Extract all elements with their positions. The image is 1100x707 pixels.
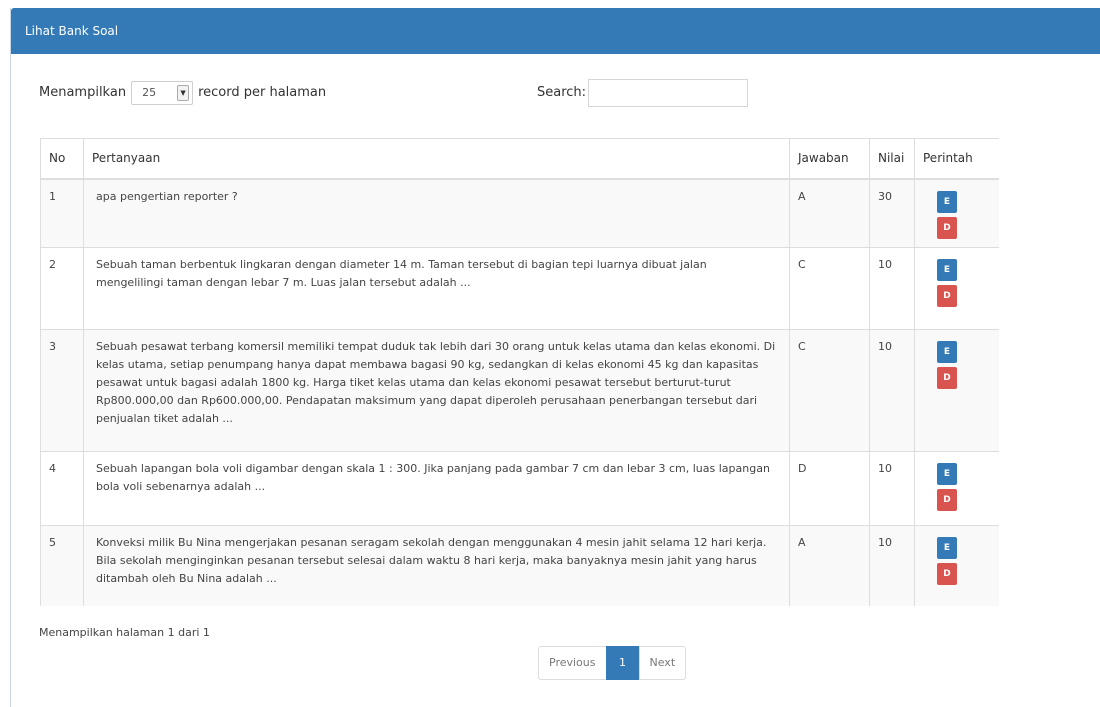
cell-answer: A — [789, 524, 870, 606]
search-control: Search: — [537, 78, 749, 108]
header-no[interactable]: No — [40, 138, 84, 180]
cell-value: 10 — [869, 246, 915, 330]
cell-answer: D — [789, 450, 870, 526]
chevron-down-icon: ▼ — [177, 85, 190, 101]
panel-title: Lihat Bank Soal — [11, 8, 1100, 54]
cell-actions: E D — [914, 450, 999, 526]
cell-actions: E D — [914, 328, 999, 452]
cell-no: 1 — [40, 178, 84, 248]
edit-button[interactable]: E — [937, 258, 957, 281]
length-label-after: record per halaman — [198, 85, 327, 100]
cell-question: Sebuah lapangan bola voli digambar denga… — [83, 450, 790, 526]
table-row: 5 Konveksi milik Bu Nina mengerjakan pes… — [40, 524, 999, 606]
edit-button[interactable]: E — [937, 190, 957, 213]
edit-button[interactable]: E — [937, 462, 957, 485]
search-input[interactable] — [588, 79, 749, 107]
cell-question: Konveksi milik Bu Nina mengerjakan pesan… — [83, 524, 790, 606]
cell-actions: E D — [914, 178, 999, 248]
edit-button[interactable]: E — [937, 340, 957, 363]
records-per-page-value: 25 — [142, 86, 157, 99]
header-question[interactable]: Pertanyaan — [83, 138, 790, 180]
table-row: 4 Sebuah lapangan bola voli digambar den… — [40, 450, 999, 526]
questions-table-wrapper: No Pertanyaan Jawaban Nilai Perintah 1 a… — [40, 138, 999, 606]
cell-answer: A — [789, 178, 870, 248]
page-1-button[interactable]: 1 — [605, 646, 640, 680]
pagination: Previous 1 Next — [538, 646, 687, 680]
next-page-button[interactable]: Next — [638, 646, 687, 680]
cell-value: 10 — [869, 450, 915, 526]
cell-question: Sebuah pesawat terbang komersil memiliki… — [83, 328, 790, 452]
questions-table: No Pertanyaan Jawaban Nilai Perintah 1 a… — [40, 138, 999, 606]
table-row: 3 Sebuah pesawat terbang komersil memili… — [40, 328, 999, 452]
cell-no: 4 — [40, 450, 84, 526]
table-row: 2 Sebuah taman berbentuk lingkaran denga… — [40, 246, 999, 330]
cell-answer: C — [789, 328, 870, 452]
cell-answer: C — [789, 246, 870, 330]
length-label-before: Menampilkan — [39, 85, 127, 100]
previous-page-button[interactable]: Previous — [538, 646, 607, 680]
cell-actions: E D — [914, 524, 999, 606]
table-row: 1 apa pengertian reporter ? A 30 E D — [40, 178, 999, 248]
delete-button[interactable]: D — [937, 562, 957, 585]
delete-button[interactable]: D — [937, 488, 957, 511]
cell-question: Sebuah taman berbentuk lingkaran dengan … — [83, 246, 790, 330]
cell-question: apa pengertian reporter ? — [83, 178, 790, 248]
cell-value: 10 — [869, 328, 915, 452]
header-command[interactable]: Perintah — [914, 138, 999, 180]
delete-button[interactable]: D — [937, 216, 957, 239]
table-header-row: No Pertanyaan Jawaban Nilai Perintah — [40, 138, 999, 180]
search-label: Search: — [537, 85, 587, 100]
delete-button[interactable]: D — [937, 366, 957, 389]
cell-actions: E D — [914, 246, 999, 330]
edit-button[interactable]: E — [937, 536, 957, 559]
records-per-page-select[interactable]: 25 ▼ — [131, 81, 194, 105]
table-info: Menampilkan halaman 1 dari 1 — [39, 626, 210, 639]
delete-button[interactable]: D — [937, 284, 957, 307]
length-control: Menampilkan 25 ▼ record per halaman — [39, 78, 326, 108]
bank-soal-panel: Lihat Bank Soal Menampilkan 25 ▼ record … — [10, 8, 1100, 707]
header-answer[interactable]: Jawaban — [789, 138, 870, 180]
header-value[interactable]: Nilai — [869, 138, 915, 180]
cell-value: 10 — [869, 524, 915, 606]
cell-no: 2 — [40, 246, 84, 330]
cell-no: 3 — [40, 328, 84, 452]
cell-no: 5 — [40, 524, 84, 606]
cell-value: 30 — [869, 178, 915, 248]
